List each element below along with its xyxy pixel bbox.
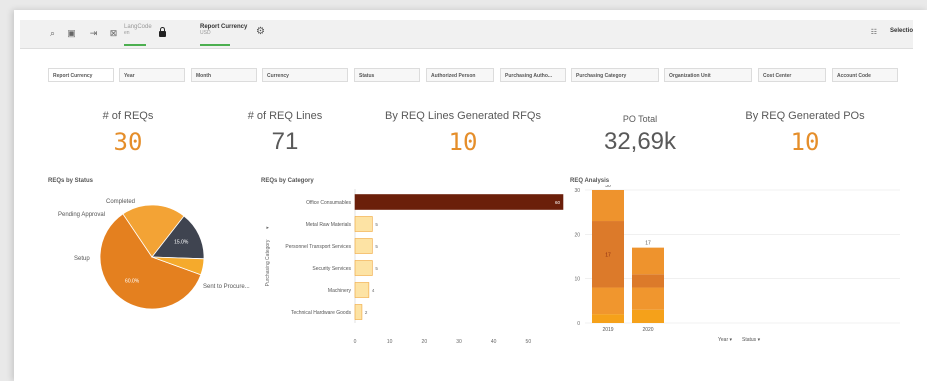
- y-tick-label: 20: [574, 232, 580, 238]
- category-label: Metal Raw Materials: [306, 222, 352, 228]
- report-currency-selection[interactable]: Report Currency USD: [200, 24, 250, 46]
- category-label: Machinery: [328, 288, 352, 294]
- y-tick-label: 30: [574, 188, 580, 194]
- kpi-reqs-label: # of REQs: [102, 110, 154, 122]
- kpi-po-total-value: 32,69k: [603, 128, 677, 155]
- x-tick-label: 40: [491, 339, 497, 345]
- filter-report-currency[interactable]: Report Currency: [48, 68, 114, 82]
- filter-account-code[interactable]: Account Code: [832, 68, 898, 82]
- pie-slice-value: 60.0%: [125, 278, 140, 284]
- category-label: Security Services: [312, 266, 351, 272]
- analysis-stacked-chart: 0 10 20 30 17 30 2019 17 2020 Year ▾ Status ▾: [574, 185, 900, 343]
- x-tick-label: 20: [422, 339, 428, 345]
- stacked-bar-segment[interactable]: [592, 190, 624, 222]
- bar-value-label: 2: [365, 310, 368, 315]
- langcode-selection[interactable]: LangCode en: [124, 24, 174, 46]
- clear-icon[interactable]: ⇥: [89, 29, 98, 38]
- stacked-bar-segment[interactable]: [592, 314, 624, 323]
- selection-toolbar: ⌕ ▣ ⇥ ⊠ LangCode en Report Currency USD …: [20, 20, 913, 49]
- bar-value-label: 60: [555, 200, 561, 205]
- x-tick-label: 30: [456, 339, 462, 345]
- status-chart-title: REQs by Status: [48, 178, 94, 184]
- x-tick-label: 0: [354, 339, 357, 345]
- pie-category-label: Sent to Procure...: [203, 284, 250, 290]
- bar-total-label: 17: [645, 241, 651, 247]
- bar-value-label: 5: [375, 266, 378, 271]
- x-tick-label: 2020: [642, 327, 653, 333]
- stacked-bar-segment[interactable]: [632, 274, 664, 288]
- filter-purchasing-autho[interactable]: Purchasing Autho...: [500, 68, 566, 82]
- filter-authorized-person[interactable]: Authorized Person: [426, 68, 494, 82]
- category-label: Personnel Transport Services: [285, 244, 351, 250]
- y-tick-label: 10: [574, 277, 580, 283]
- axis-sort-icon[interactable]: ▾: [265, 226, 271, 229]
- pie-slice-value: 15.0%: [174, 239, 189, 245]
- category-bar-chart: Office Consumables 60 Metal Raw Materials 5…: [265, 189, 564, 345]
- stacked-bar-segment[interactable]: [592, 287, 624, 315]
- category-label: Technical Hardware Goods: [291, 310, 352, 316]
- bar[interactable]: [354, 304, 363, 320]
- category-label: Office Consumables: [306, 200, 351, 206]
- bar[interactable]: [354, 216, 373, 232]
- filter-cost-center[interactable]: Cost Center: [758, 68, 826, 82]
- forward-icon[interactable]: ▣: [67, 29, 76, 38]
- filter-currency[interactable]: Currency: [262, 68, 348, 82]
- pie-category-label: Completed: [106, 199, 135, 205]
- filter-month[interactable]: Month: [191, 68, 257, 82]
- filter-purchasing-category[interactable]: Purchasing Category: [571, 68, 659, 82]
- analysis-chart-title: REQ Analysis: [570, 178, 610, 184]
- status-pie-chart: 60.0% Sent to Procure... Setup 15.0% Pending…: [58, 199, 250, 310]
- kpi-rfqs-label: By REQ Lines Generated RFQs: [385, 110, 541, 122]
- bar-total-label: 30: [605, 185, 611, 189]
- kpi-req-lines-label: # of REQ Lines: [247, 110, 323, 122]
- stacked-bar-segment[interactable]: [632, 309, 664, 323]
- y-axis-label: Purchasing Category: [265, 239, 271, 286]
- segment-value-label: 17: [605, 252, 611, 258]
- clear-selections-icon[interactable]: ⊠: [109, 29, 118, 38]
- kpi-pos-label: By REQ Generated POs: [745, 110, 865, 122]
- kpi-req-lines-value: 71: [271, 128, 299, 155]
- x-tick-label: 50: [526, 339, 532, 345]
- pie-category-label: Setup: [74, 256, 90, 262]
- filter-year[interactable]: Year: [119, 68, 185, 82]
- bar-value-label: 4: [372, 288, 375, 293]
- pie-category-label: Pending Approval: [58, 212, 105, 218]
- stacked-bar-segment[interactable]: [632, 287, 664, 310]
- y-tick-label: 0: [577, 321, 580, 327]
- selections-button[interactable]: Selectio: [890, 28, 913, 34]
- bar[interactable]: [354, 194, 564, 210]
- lock-icon[interactable]: [159, 27, 166, 37]
- filter-organization-unit[interactable]: Organization Unit: [664, 68, 752, 82]
- kpi-reqs-value: 30: [113, 128, 143, 156]
- gear-icon[interactable]: ⚙: [256, 26, 265, 37]
- x-tick-label: 10: [387, 339, 393, 345]
- legend-status[interactable]: Status ▾: [742, 337, 761, 343]
- kpi-po-total-label: PO Total: [622, 114, 658, 124]
- bar[interactable]: [354, 282, 370, 298]
- back-icon[interactable]: ⌕: [48, 29, 57, 38]
- stacked-bar-segment[interactable]: [632, 247, 664, 275]
- x-tick-label: 2019: [602, 327, 613, 333]
- bar-value-label: 5: [375, 222, 378, 227]
- filter-status[interactable]: Status: [354, 68, 420, 82]
- kpi-rfqs-value: 10: [448, 128, 478, 156]
- bar[interactable]: [354, 260, 373, 276]
- category-chart-title: REQs by Category: [261, 178, 314, 184]
- bar-value-label: 5: [375, 244, 378, 249]
- kpi-pos-value: 10: [790, 128, 820, 156]
- legend-year[interactable]: Year ▾: [718, 337, 732, 343]
- selections-icon[interactable]: ☷: [871, 28, 877, 36]
- bar[interactable]: [354, 238, 373, 254]
